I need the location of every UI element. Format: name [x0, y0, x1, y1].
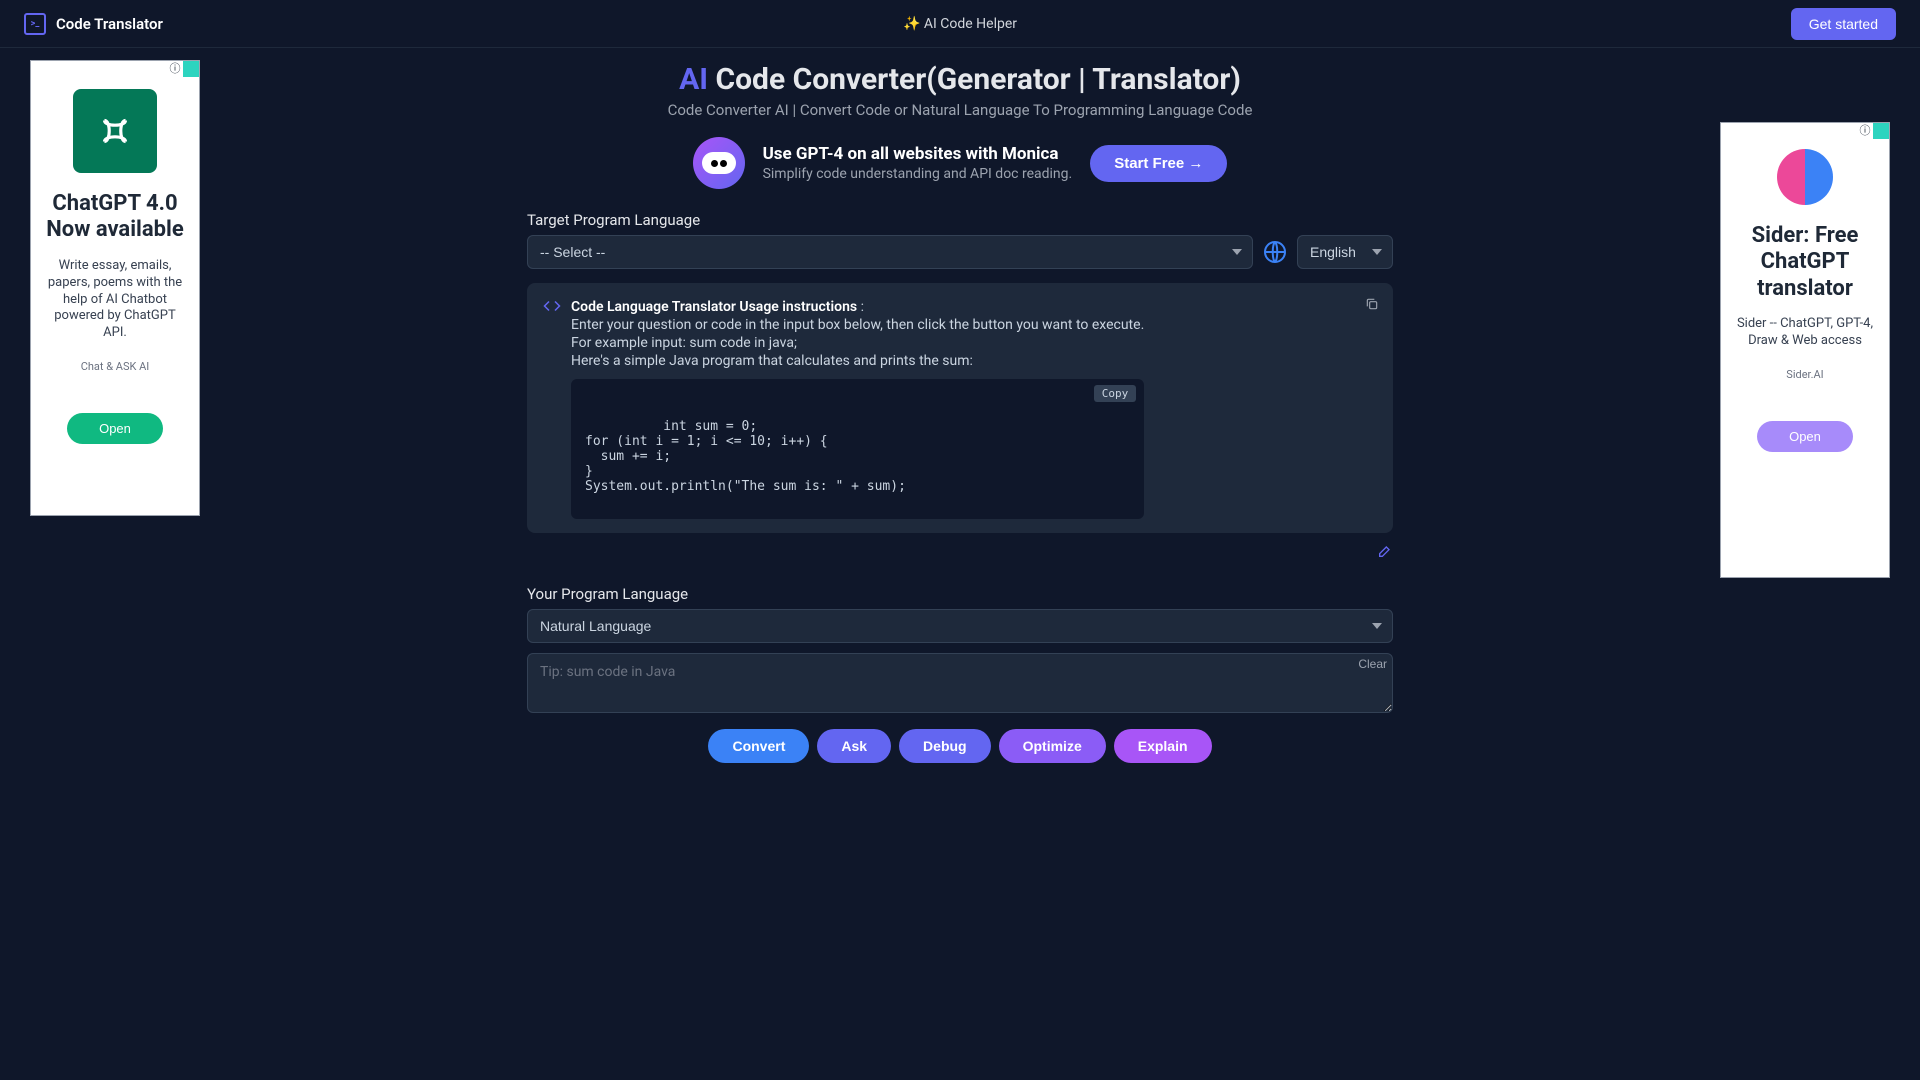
target-row: -- Select -- English: [527, 235, 1393, 269]
ad-info-icon[interactable]: ⓘ: [167, 61, 183, 77]
ad-close-icon[interactable]: [183, 61, 199, 77]
ad-left[interactable]: ⓘ ChatGPT 4.0 Now available Write essay,…: [30, 60, 200, 516]
promo-logo-icon: [693, 137, 745, 189]
clear-button[interactable]: Clear: [1358, 657, 1387, 671]
get-started-button[interactable]: Get started: [1791, 8, 1896, 40]
main-content: AI Code Converter(Generator | Translator…: [527, 48, 1393, 763]
convert-button[interactable]: Convert: [708, 729, 809, 763]
copy-code-button[interactable]: Copy: [1094, 385, 1137, 402]
ad-right[interactable]: ⓘ Sider: Free ChatGPT translator Sider -…: [1720, 122, 1890, 578]
target-language-label: Target Program Language: [527, 211, 1393, 229]
ad-info-icon[interactable]: ⓘ: [1857, 123, 1873, 139]
explain-button[interactable]: Explain: [1114, 729, 1212, 763]
page-title: AI Code Converter(Generator | Translator…: [527, 62, 1393, 97]
ad-right-sub: Sider.AI: [1731, 368, 1879, 381]
globe-icon[interactable]: [1263, 240, 1287, 264]
target-language-select[interactable]: -- Select --: [527, 235, 1253, 269]
debug-button[interactable]: Debug: [899, 729, 991, 763]
promo-start-button[interactable]: Start Free →: [1090, 145, 1227, 182]
ask-button[interactable]: Ask: [817, 729, 891, 763]
title-rest: Code Converter(Generator | Translator): [708, 62, 1241, 97]
output-language-select[interactable]: English: [1297, 235, 1393, 269]
edit-icon[interactable]: [1377, 543, 1393, 559]
header: Code Translator ✨ AI Code Helper Get sta…: [0, 0, 1920, 48]
action-buttons: Convert Ask Debug Optimize Explain: [527, 729, 1393, 763]
ad-left-title: ChatGPT 4.0 Now available: [41, 191, 189, 244]
ad-right-logo-icon: [1777, 149, 1833, 205]
promo-bar: Use GPT-4 on all websites with Monica Si…: [527, 137, 1393, 189]
optimize-button[interactable]: Optimize: [999, 729, 1106, 763]
title-ai: AI: [679, 62, 708, 97]
instructions-line3: Here's a simple Java program that calcul…: [571, 353, 1144, 369]
copy-icon[interactable]: [1365, 297, 1379, 311]
ad-left-logo-icon: [73, 89, 157, 173]
page-subtitle: Code Converter AI | Convert Code or Natu…: [527, 101, 1393, 119]
example-code: int sum = 0; for (int i = 1; i <= 10; i+…: [585, 419, 906, 494]
your-language-label: Your Program Language: [527, 585, 1393, 603]
header-subtitle[interactable]: ✨ AI Code Helper: [903, 16, 1017, 32]
your-language-select[interactable]: Natural Language: [527, 609, 1393, 643]
ad-right-open-button[interactable]: Open: [1757, 421, 1853, 452]
code-input[interactable]: [527, 653, 1393, 713]
code-icon: [543, 297, 561, 315]
instructions-line2: For example input: sum code in java;: [571, 335, 1144, 351]
instructions-heading: Code Language Translator Usage instructi…: [571, 299, 857, 315]
instructions-card: Code Language Translator Usage instructi…: [527, 283, 1393, 533]
ad-left-desc: Write essay, emails, papers, poems with …: [41, 258, 189, 342]
ad-close-icon[interactable]: [1873, 123, 1889, 139]
promo-subtitle: Simplify code understanding and API doc …: [763, 166, 1073, 182]
ad-left-sub: Chat & ASK AI: [41, 360, 189, 373]
brand-name: Code Translator: [56, 15, 163, 33]
instructions-line1: Enter your question or code in the input…: [571, 317, 1144, 333]
ad-right-title: Sider: Free ChatGPT translator: [1731, 223, 1879, 302]
ad-right-desc: Sider -- ChatGPT, GPT-4, Draw & Web acce…: [1731, 316, 1879, 350]
example-code-block: Copy int sum = 0; for (int i = 1; i <= 1…: [571, 379, 1144, 519]
logo-icon: [24, 13, 46, 35]
promo-title: Use GPT-4 on all websites with Monica: [763, 144, 1073, 164]
ad-left-open-button[interactable]: Open: [67, 413, 163, 444]
